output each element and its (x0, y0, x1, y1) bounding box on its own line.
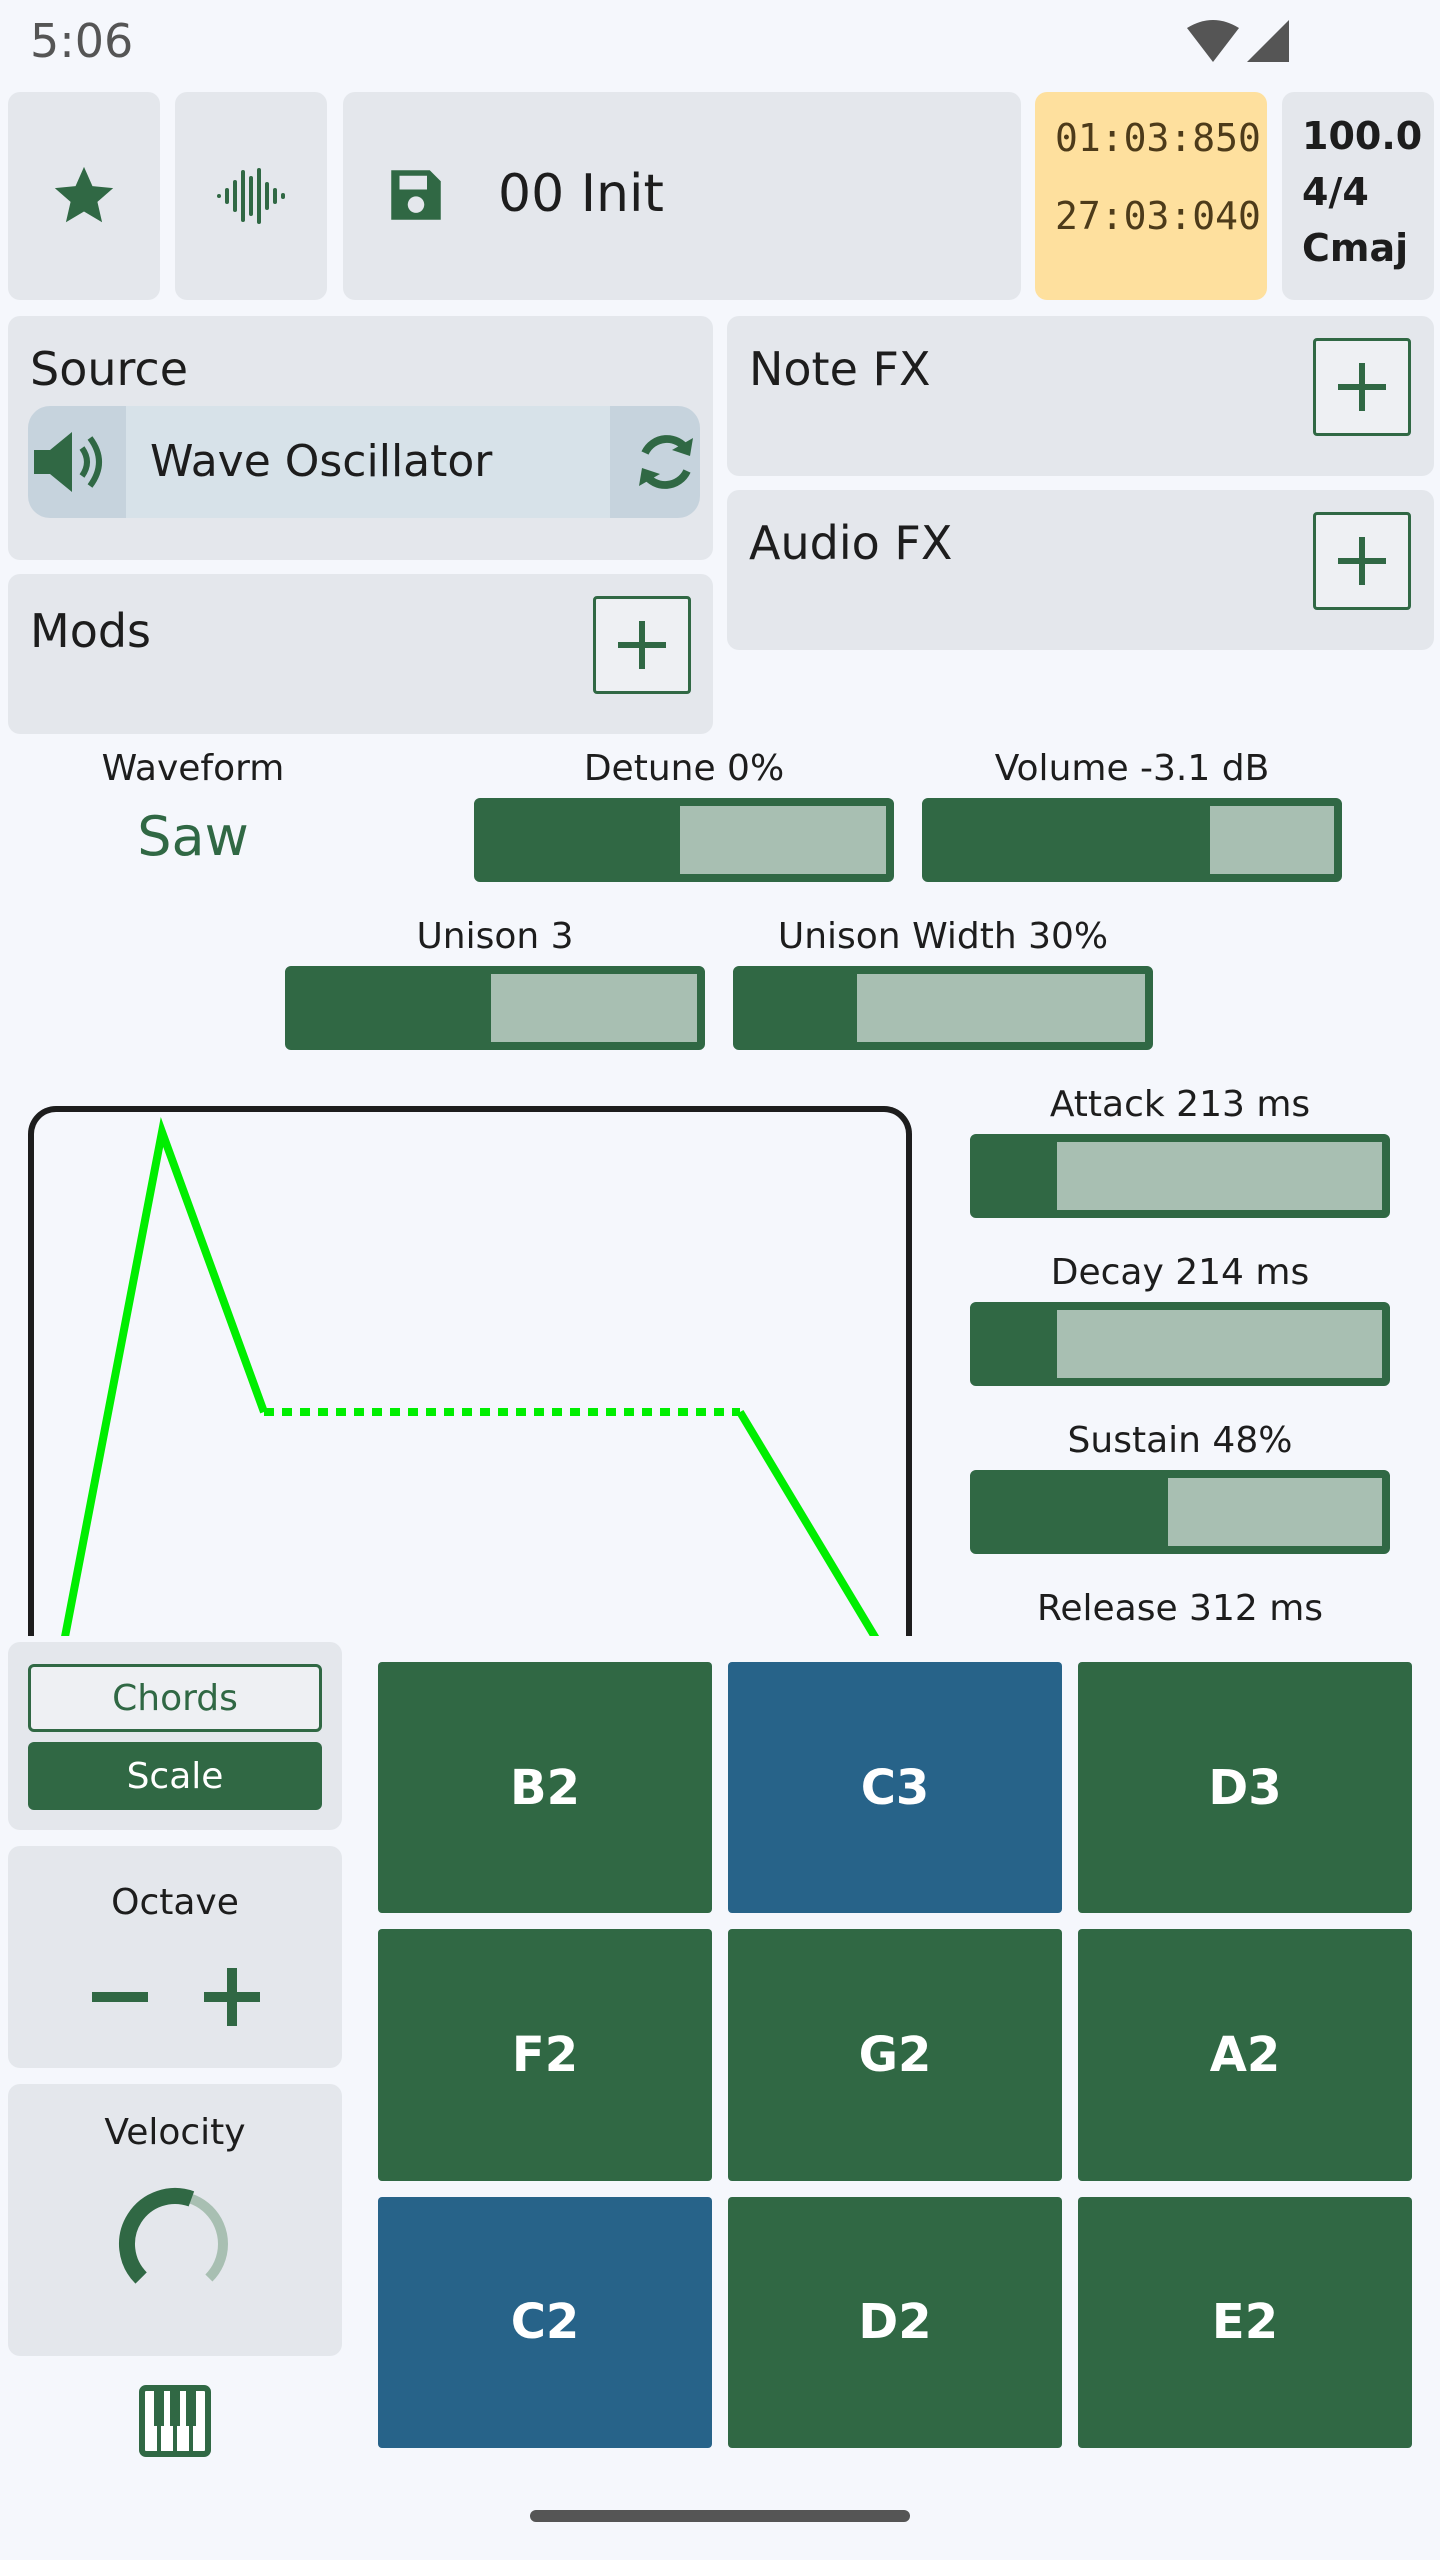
status-time: 5:06 (30, 14, 134, 68)
waveform-value[interactable]: Saw (60, 805, 326, 868)
decay-slider[interactable] (970, 1302, 1390, 1386)
detune-label: Detune 0% (583, 748, 785, 789)
pad-c2[interactable]: C2 (378, 2196, 712, 2448)
unison-slider[interactable] (285, 966, 705, 1050)
release-label: Release 312 ms (1036, 1588, 1324, 1629)
pad-grid: B2 C3 D3 F2 G2 A2 C2 D2 E2 (378, 1662, 1412, 2448)
octave-up-button[interactable] (200, 1964, 264, 2028)
volume-slider[interactable] (922, 798, 1342, 882)
source-title: Source (30, 342, 188, 396)
transport-position[interactable]: 01:03:850 27:03:040 (1035, 92, 1267, 300)
velocity-knob[interactable] (105, 2174, 245, 2314)
tempo-settings[interactable]: 100.0 4/4 Cmaj (1282, 92, 1434, 300)
waveform-icon (217, 168, 285, 224)
plus-icon (618, 621, 666, 669)
volume-label: Volume -3.1 dB (994, 748, 1270, 789)
save-icon (391, 170, 441, 220)
waveform-label: Waveform (101, 748, 285, 789)
piano-icon[interactable] (138, 2384, 212, 2458)
velocity-panel: Velocity (8, 2084, 342, 2356)
plus-icon (1338, 537, 1386, 585)
sustain-label: Sustain 48% (1067, 1420, 1293, 1461)
tempo-value: 100.0 (1302, 114, 1423, 158)
octave-label: Octave (111, 1882, 239, 1923)
home-indicator[interactable] (530, 2510, 910, 2522)
envelope-graph[interactable] (28, 1106, 912, 1636)
source-panel: Source Wave Oscillator (8, 316, 713, 560)
detune-slider[interactable] (474, 798, 894, 882)
signal-icons (1185, 18, 1295, 66)
instrument-name: Wave Oscillator (150, 436, 493, 487)
wifi-icon (1187, 20, 1289, 62)
instrument-selector[interactable]: Wave Oscillator (28, 406, 700, 518)
scale-button[interactable]: Scale (28, 1742, 322, 1810)
speaker-icon[interactable] (28, 426, 114, 498)
pad-a2[interactable]: A2 (1078, 1929, 1412, 2181)
waveform-view-button[interactable] (175, 92, 327, 300)
instrument-name-box[interactable]: Wave Oscillator (126, 406, 610, 518)
plus-icon (1338, 363, 1386, 411)
position-bars: 01:03:850 (1055, 116, 1261, 160)
attack-slider[interactable] (970, 1134, 1390, 1218)
chords-button[interactable]: Chords (28, 1664, 322, 1732)
octave-down-button[interactable] (88, 1964, 152, 2028)
pad-c3[interactable]: C3 (728, 1662, 1062, 1914)
preset-name: 00 Init (498, 164, 664, 224)
pad-e2[interactable]: E2 (1078, 2196, 1412, 2448)
add-audio-fx-button[interactable] (1313, 512, 1411, 610)
envelope-curve (61, 1117, 880, 1636)
decay-label: Decay 214 ms (1050, 1252, 1310, 1293)
pad-d2[interactable]: D2 (728, 2196, 1062, 2448)
pad-d3[interactable]: D3 (1078, 1662, 1412, 1914)
add-note-fx-button[interactable] (1313, 338, 1411, 436)
position-time: 27:03:040 (1055, 194, 1261, 238)
mods-title: Mods (30, 604, 151, 658)
star-icon (54, 166, 114, 223)
pad-f2[interactable]: F2 (378, 1929, 712, 2181)
audio-fx-title: Audio FX (749, 516, 953, 570)
velocity-label: Velocity (104, 2112, 246, 2153)
note-fx-title: Note FX (749, 342, 931, 396)
keyboard-mode-panel: Chords Scale (8, 1642, 342, 1830)
unison-label: Unison 3 (416, 916, 574, 957)
add-mod-button[interactable] (593, 596, 691, 694)
pad-b2[interactable]: B2 (378, 1662, 712, 1914)
preset-selector[interactable]: 00 Init (343, 92, 1021, 300)
pad-g2[interactable]: G2 (728, 1929, 1062, 2181)
key-signature: Cmaj (1302, 226, 1409, 270)
mods-panel: Mods (8, 574, 713, 734)
favorite-button[interactable] (8, 92, 160, 300)
attack-label: Attack 213 ms (1049, 1084, 1311, 1125)
time-signature: 4/4 (1302, 170, 1369, 214)
sustain-slider[interactable] (970, 1470, 1390, 1554)
octave-panel: Octave (8, 1846, 342, 2068)
unison-width-label: Unison Width 30% (777, 916, 1109, 957)
unison-width-slider[interactable] (733, 966, 1153, 1050)
note-fx-panel: Note FX (727, 316, 1434, 476)
audio-fx-panel: Audio FX (727, 490, 1434, 650)
swap-icon[interactable] (628, 426, 704, 498)
